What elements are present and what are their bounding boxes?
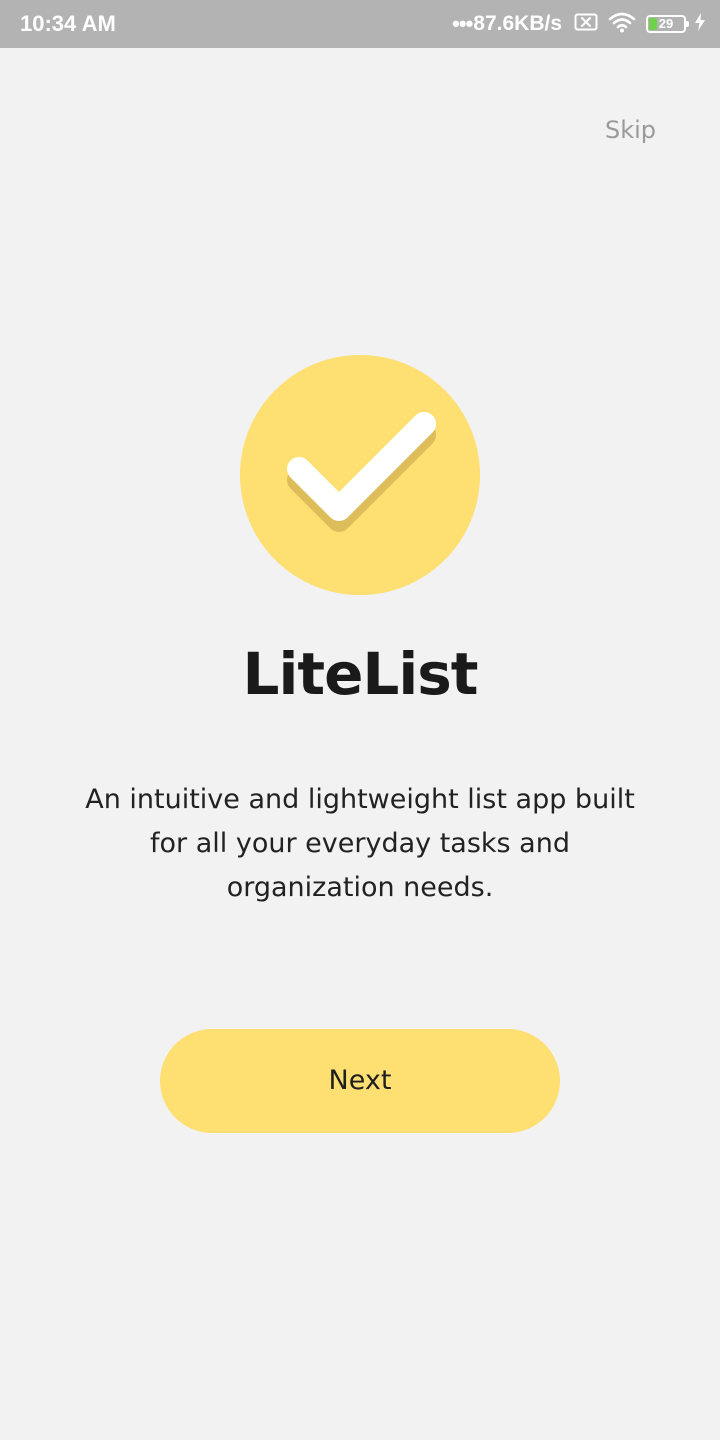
wifi-icon (608, 11, 636, 38)
network-speed: 87.6KB/s (473, 12, 562, 35)
battery-icon: 29 (646, 15, 689, 33)
charging-icon (694, 12, 706, 37)
next-button[interactable]: Next (160, 1029, 560, 1133)
app-description: An intuitive and lightweight list app bu… (85, 784, 635, 903)
skip-button[interactable]: Skip (605, 116, 656, 144)
app-title: LiteList (242, 640, 479, 708)
checkmark-icon (240, 355, 480, 595)
network-dots: ••• (452, 11, 473, 36)
app-logo (240, 355, 480, 595)
battery-level: 29 (658, 16, 674, 31)
status-time: 10:34 AM (20, 11, 116, 36)
sim-off-icon (574, 12, 598, 37)
status-bar: 10:34 AM ••• 87.6KB/s 29 (0, 0, 720, 48)
status-indicators: ••• 87.6KB/s 29 (452, 8, 706, 40)
